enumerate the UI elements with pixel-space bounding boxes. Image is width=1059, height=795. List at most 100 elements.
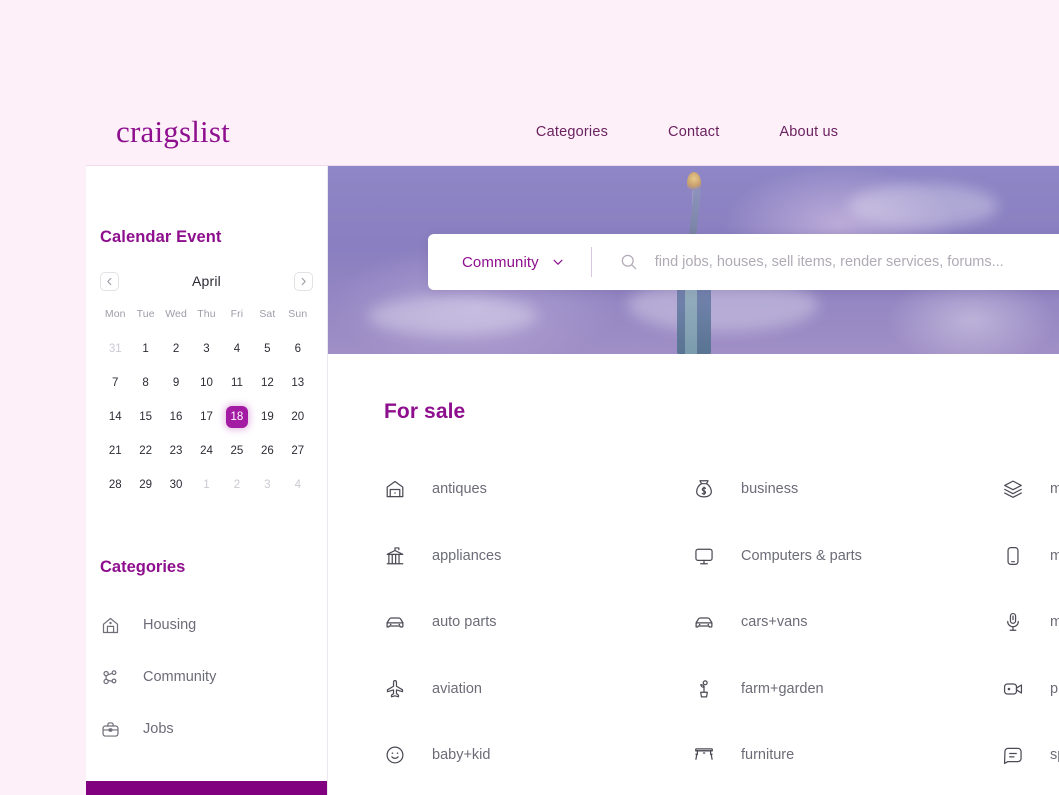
for-sale-item-label: baby+kid [432,747,491,764]
calendar-day[interactable]: 8 [130,366,160,400]
calendar-day[interactable]: 11 [222,366,252,400]
message-icon [1002,744,1024,766]
people-icon [100,667,121,688]
nav-item-contact[interactable]: Contact [668,124,719,140]
site-logo[interactable]: craigslist [116,116,230,147]
sidebar: Calendar Event April Mon Tue Wed Thu Fri… [86,166,328,795]
calendar-day[interactable]: 4 [283,468,313,502]
for-sale-column: antiques appliances auto parts aviation baby… [384,456,693,789]
sidebar-item-jobs[interactable]: Jobs [100,703,313,755]
for-sale-item[interactable]: farm+garden [693,656,1002,723]
calendar-day[interactable]: 6 [283,332,313,366]
search-input[interactable] [654,254,1059,270]
calendar-day-number: 26 [260,445,274,457]
calendar-day[interactable]: 2 [222,468,252,502]
for-sale-item[interactable]: photo+video [1002,656,1059,723]
calendar-day[interactable]: 27 [283,434,313,468]
calendar-day[interactable]: 24 [191,434,221,468]
calendar-day[interactable]: 13 [283,366,313,400]
calendar-day-number: 7 [112,377,119,389]
calendar-day-number: 2 [172,343,180,355]
sidebar-item-housing[interactable]: Housing [100,599,313,651]
for-sale-item[interactable]: cars+vans [693,589,1002,656]
for-sale-item[interactable]: musical instruments [1002,589,1059,656]
calendar-day[interactable]: 7 [100,366,130,400]
calendar-day-number: 13 [291,377,305,389]
calendar-day[interactable]: 20 [283,400,313,434]
calendar-day[interactable]: 15 [130,400,160,434]
calendar-day[interactable]: 29 [130,468,160,502]
calendar-day[interactable]: 26 [252,434,282,468]
for-sale-item[interactable]: antiques [384,456,693,523]
calendar-day[interactable]: 9 [161,366,191,400]
calendar-day[interactable]: 14 [100,400,130,434]
calendar-day-number: 15 [139,411,153,423]
chevron-down-icon [553,259,563,265]
calendar-day[interactable]: 25 [222,434,252,468]
calendar-day-number: 28 [108,479,122,491]
calendar-day-number: 17 [200,411,213,423]
calendar-day[interactable]: 5 [252,332,282,366]
for-sale-item[interactable]: business [693,456,1002,523]
main-nav: Categories Contact About us [536,124,838,140]
calendar-day[interactable]: 10 [191,366,221,400]
calendar-day[interactable]: 17 [191,400,221,434]
calendar-day-number: 3 [264,479,271,491]
calendar-day[interactable]: 1 [191,468,221,502]
for-sale-item-label: furniture [741,747,795,764]
calendar-weekday: Tue [136,308,155,320]
calendar-day[interactable]: 23 [161,434,191,468]
cloud-shape [368,296,538,336]
for-sale-item[interactable]: materials [1002,456,1059,523]
calendar-prev-month-button[interactable] [100,271,119,291]
for-sale-item-label: mobile phones [1050,547,1059,564]
chevron-right-icon [301,277,306,285]
calendar-day[interactable]: 30 [161,468,191,502]
calendar-day[interactable]: 1 [130,332,160,366]
calendar-day[interactable]: 4 [222,332,252,366]
calendar-day-number: 16 [169,411,183,423]
calendar-day[interactable]: 22 [130,434,160,468]
for-sale-item[interactable]: baby+kid [384,722,693,789]
for-sale-column: materials mobile phones musical instrument… [1002,456,1059,789]
for-sale-item[interactable]: appliances [384,523,693,590]
calendar-day-selected[interactable]: 18 [222,400,252,434]
calendar-weekday: Thu [197,308,216,320]
calendar-weekday: Sun [288,308,308,320]
calendar-day[interactable]: 28 [100,468,130,502]
calendar-weekday: Mon [104,308,126,320]
calendar-day-number: 14 [108,411,122,423]
for-sale-item[interactable]: Computers & parts [693,523,1002,590]
content-area: Community find jobs, houses, sell items,… [328,166,1059,795]
calendar-day[interactable]: 16 [161,400,191,434]
calendar-day[interactable]: 3 [252,468,282,502]
for-sale-item[interactable]: auto parts [384,589,693,656]
calendar-day-number: 12 [260,377,274,389]
calendar-day[interactable]: 21 [100,434,130,468]
layers-icon [1002,478,1024,500]
for-sale-item-label: appliances [432,547,502,564]
calendar-day[interactable]: 19 [252,400,282,434]
for-sale-item[interactable]: aviation [384,656,693,723]
nav-item-about-us[interactable]: About us [779,124,838,140]
calendar-next-month-button[interactable] [294,271,313,291]
monitor-icon [693,545,715,567]
search-bar: Community [428,234,1059,290]
sidebar-item-jobs-label: Jobs [143,721,174,737]
for-sale-item-label: Computers & parts [741,547,862,564]
calendar-day[interactable]: 2 [161,332,191,366]
calendar-day-number: 1 [203,479,210,491]
calendar-day[interactable]: 12 [252,366,282,400]
calendar-day-number: 24 [200,445,213,457]
for-sale-item[interactable]: sporting goods [1002,722,1059,789]
for-sale-item[interactable]: furniture [693,722,1002,789]
nav-item-categories[interactable]: Categories [536,124,608,140]
chevron-left-icon [107,277,112,285]
home-icon [100,615,121,636]
hero-banner: Community [328,166,1059,354]
search-category-dropdown[interactable]: Community [428,254,591,271]
for-sale-item[interactable]: mobile phones [1002,523,1059,590]
sidebar-item-community[interactable]: Community [100,651,313,703]
calendar-day[interactable]: 3 [191,332,221,366]
calendar-day[interactable]: 31 [100,332,130,366]
